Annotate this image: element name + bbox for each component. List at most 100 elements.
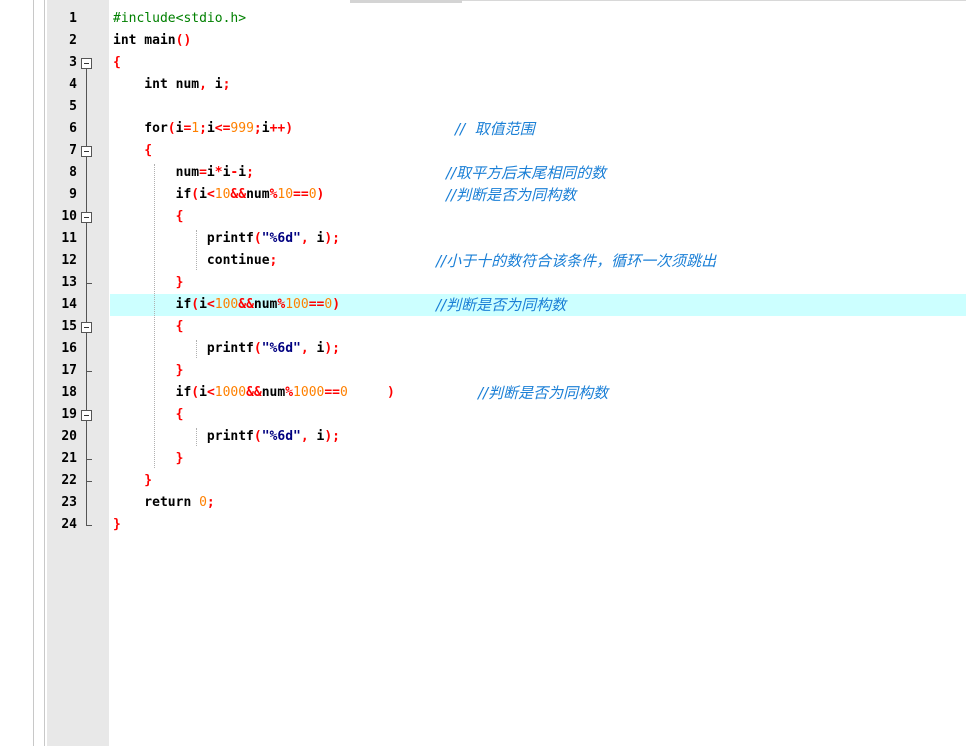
line-number: 12 [61,253,77,268]
code-token: i [206,165,215,180]
code-token: == [293,187,309,202]
code-token: 0 [324,297,333,312]
code-token: ) [332,297,341,312]
code-token: ; [199,121,207,136]
code-token: printf [113,429,254,444]
code-token: ++) [269,121,294,136]
line-number: 10 [61,209,77,224]
code-token: == [324,385,341,400]
code-token: ( [191,297,200,312]
line-number: 16 [61,341,77,356]
code-token: 100 [285,297,309,312]
code-token: num [246,187,270,202]
fold-toggle-icon[interactable] [81,212,92,223]
code-token: ( [191,385,200,400]
code-text: #include<stdio.h> [113,8,246,30]
code-text: int main() [113,30,191,52]
code-text: printf("%6d", i); [113,228,340,250]
fold-line [86,68,87,525]
code-token: { [113,55,121,70]
code-token: && [246,385,262,400]
code-token: && [230,187,247,202]
code-token: ; [222,77,231,92]
indent-guide [154,164,155,468]
code-token: ( [191,187,200,202]
code-token: i [238,165,247,180]
code-token: % [285,385,294,400]
code-token: } [113,451,184,466]
fold-toggle-icon[interactable] [81,322,92,333]
code-token: , [199,77,207,92]
fold-end-marker [86,459,92,460]
code-token: num [113,165,200,180]
fold-toggle-icon[interactable] [81,410,92,421]
line-number: 23 [61,495,77,510]
code-token: 100 [214,297,239,312]
code-token: i [308,429,325,444]
code-text: } [113,448,184,470]
code-token: ( [253,341,262,356]
code-text: for(i=1;i<=999;i++) [113,118,293,140]
code-token: ); [324,231,340,246]
code-token: } [113,517,121,532]
code-text: printf("%6d", i); [113,426,340,448]
editor-tab-indicator[interactable] [350,0,462,3]
code-token: 10 [214,187,231,202]
code-token: 0 [199,495,207,510]
code-comment: //判断是否为同构数 [478,384,609,402]
code-comment: //取平方后末尾相同的数 [446,164,607,182]
code-token: , [300,231,309,246]
line-number: 13 [61,275,77,290]
code-comment: // 取值范围 [455,120,535,138]
line-number: 3 [69,55,77,70]
code-text: { [113,404,184,426]
code-line[interactable] [0,96,966,118]
code-token: i [308,341,325,356]
code-token: ) [316,187,325,202]
code-text: { [113,316,184,338]
code-token: if [113,385,192,400]
code-comment: //小于十的数符合该条件，循环一次须跳出 [436,252,717,270]
code-token: int main [113,33,176,48]
indent-guide [196,428,197,446]
code-text: if(i<1000&&num%1000==0 ) [113,382,395,404]
line-number: 1 [69,11,77,26]
line-number: 17 [61,363,77,378]
code-token: 1 [191,121,200,136]
editor-top-border [462,0,966,1]
code-token: && [238,297,254,312]
line-number: 18 [61,385,77,400]
line-number: 20 [61,429,77,444]
code-token: ; [253,121,262,136]
code-token: int num [113,77,200,92]
code-token: 10 [277,187,294,202]
code-token: i [199,385,207,400]
code-token: () [175,33,192,48]
code-token: } [113,473,153,488]
code-line[interactable] [0,52,966,74]
code-token: = [199,165,207,180]
line-number: 9 [69,187,77,202]
code-line[interactable] [0,514,966,536]
code-token: } [113,363,184,378]
code-text: int num, i; [113,74,230,96]
code-text: { [113,140,152,162]
code-token: { [113,319,184,334]
line-number: 2 [69,33,77,48]
code-token: < [206,297,215,312]
code-token: < [206,385,215,400]
fold-toggle-icon[interactable] [81,58,92,69]
code-token: printf [113,231,254,246]
line-number: 24 [61,517,77,532]
code-token: { [113,407,184,422]
code-token: printf [113,341,254,356]
indent-guide [196,340,197,358]
code-token: num [261,385,286,400]
fold-toggle-icon[interactable] [81,146,92,157]
code-token: ; [206,495,215,510]
code-token: "%6d" [261,231,301,246]
code-token: i [206,77,223,92]
code-token: ( [253,429,262,444]
line-number: 5 [69,99,77,114]
fold-end-marker [86,371,92,372]
